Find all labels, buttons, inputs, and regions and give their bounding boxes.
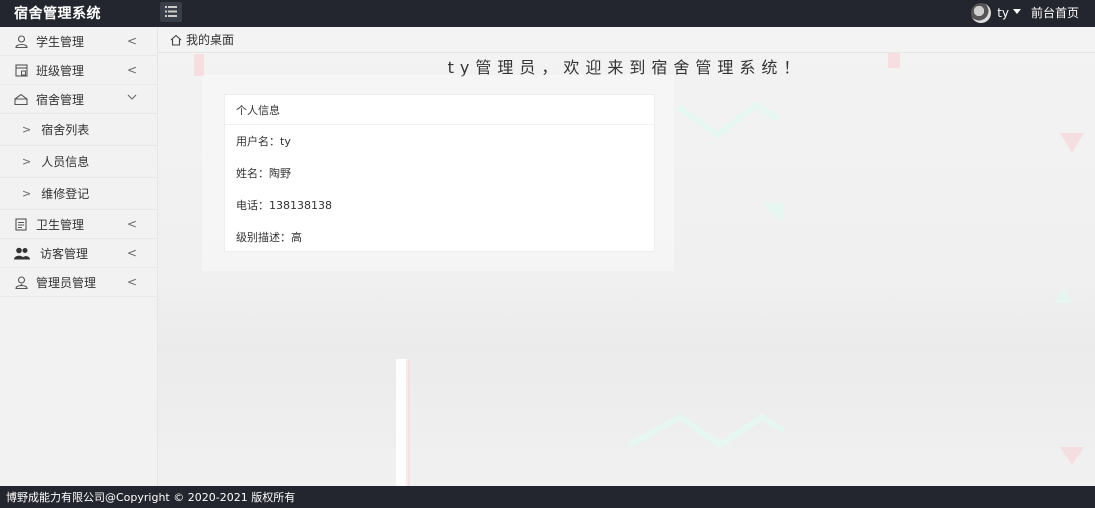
sidebar-item-students[interactable]: 学生管理 < — [0, 27, 157, 56]
chevron-right-icon: > — [22, 187, 32, 200]
sidebar-item-label: 班级管理 — [36, 63, 85, 78]
sidebar-item-dorms[interactable]: 宿舍管理 — [0, 85, 157, 114]
app-title: 宿舍管理系统 — [14, 6, 101, 22]
breadcrumb-label[interactable]: 我的桌面 — [186, 31, 234, 48]
sidebar-item-hygiene[interactable]: 卫生管理 < — [0, 210, 157, 239]
hamburger-icon — [165, 6, 177, 17]
copyright-text: 博野成能力有限公司@Copyright © 2020-2021 版权所有 — [6, 491, 296, 504]
chevron-left-icon: < — [126, 34, 137, 48]
user-icon — [14, 34, 28, 48]
sidebar-item-label: 学生管理 — [36, 34, 85, 49]
sidebar-subitem-repairs[interactable]: > 维修登记 — [0, 178, 157, 210]
username-label: ty — [997, 6, 1009, 20]
sidebar-item-visitors[interactable]: 访客管理 < — [0, 239, 157, 268]
chevron-right-icon: > — [22, 123, 32, 136]
sidebar-subitem-label: 人员信息 — [41, 155, 90, 169]
breadcrumb: 我的桌面 — [158, 27, 1095, 53]
info-row-level: 级别描述：高 — [236, 231, 302, 244]
sidebar-item-admins[interactable]: 管理员管理 < — [0, 268, 157, 297]
visitors-icon — [14, 246, 30, 260]
sidebar: 学生管理 < 班级管理 < 宿舍管理 > 宿舍列表 > 人员信息 > 维修登记 … — [0, 27, 158, 486]
sidebar-subitem-personnel[interactable]: > 人员信息 — [0, 146, 157, 178]
sidebar-subitem-label: 维修登记 — [41, 187, 90, 201]
card-title: 个人信息 — [225, 95, 654, 125]
sidebar-subitem-dorm-list[interactable]: > 宿舍列表 — [0, 114, 157, 146]
sidebar-subitem-label: 宿舍列表 — [41, 123, 90, 137]
class-icon — [14, 63, 28, 77]
info-row-username: 用户名：ty — [236, 135, 291, 148]
top-header: 宿舍管理系统 ty 前台首页 — [0, 0, 1095, 27]
chevron-down-icon — [127, 90, 137, 104]
menu-toggle-button[interactable] — [160, 2, 182, 22]
sidebar-item-label: 宿舍管理 — [36, 92, 85, 107]
sidebar-item-label: 卫生管理 — [36, 217, 85, 232]
sidebar-item-label: 访客管理 — [40, 246, 89, 261]
main-content: 我的桌面 ty管理员，欢迎来到宿舍管理系统！ 个人信息 用户名：ty 姓名：陶野… — [158, 27, 1095, 486]
chevron-left-icon: < — [126, 217, 137, 231]
admin-icon — [14, 275, 28, 289]
clipboard-icon — [14, 217, 28, 231]
footer: 博野成能力有限公司@Copyright © 2020-2021 版权所有 — [0, 486, 1095, 508]
dorm-icon — [14, 92, 28, 106]
chevron-right-icon: > — [22, 155, 32, 168]
info-row-phone: 电话：138138138 — [236, 199, 332, 212]
home-icon — [170, 34, 182, 46]
user-menu[interactable]: ty — [971, 2, 1021, 24]
chevron-left-icon: < — [126, 246, 137, 260]
sidebar-item-label: 管理员管理 — [36, 275, 97, 290]
avatar — [971, 3, 992, 23]
chevron-left-icon: < — [126, 63, 137, 77]
chevron-left-icon: < — [126, 275, 137, 289]
caret-down-icon — [1013, 8, 1021, 14]
personal-info-card: 个人信息 用户名：ty 姓名：陶野 电话：138138138 级别描述：高 — [224, 94, 655, 252]
frontend-home-link[interactable]: 前台首页 — [1031, 4, 1079, 21]
info-row-name: 姓名：陶野 — [236, 167, 291, 180]
sidebar-item-classes[interactable]: 班级管理 < — [0, 56, 157, 85]
